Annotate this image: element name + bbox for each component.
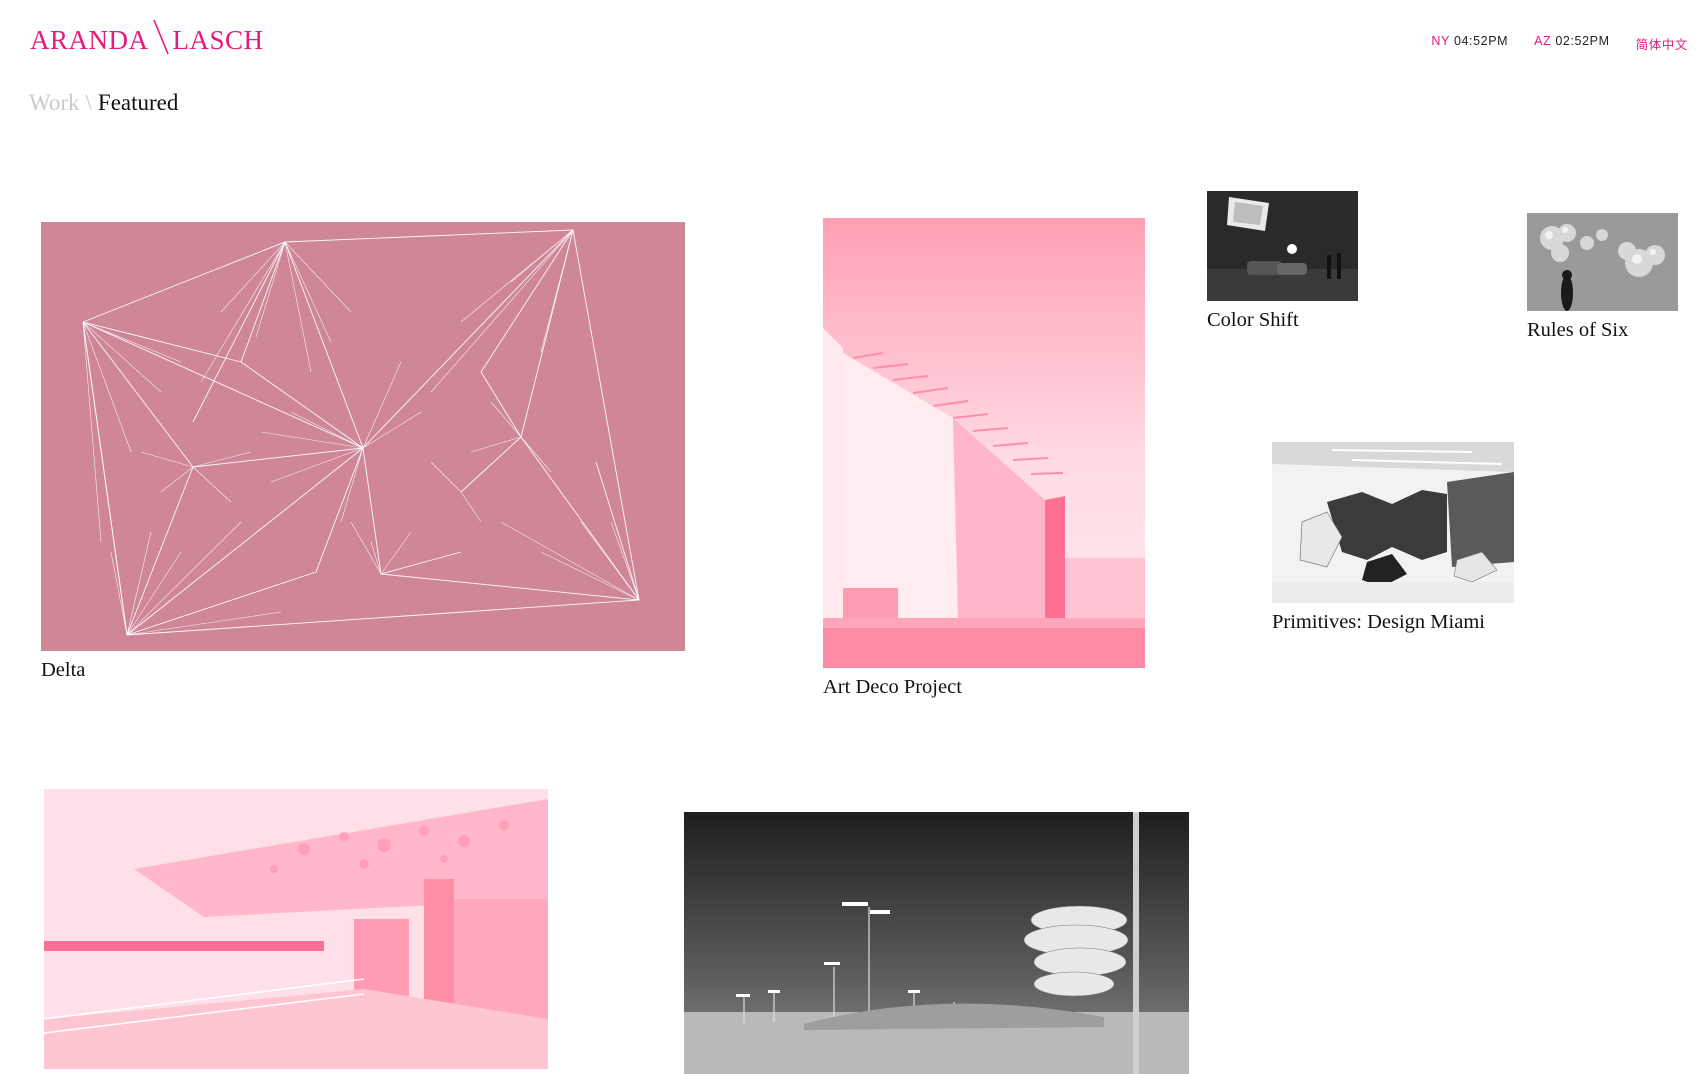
project-title: Delta: [41, 659, 86, 681]
brand-logo[interactable]: ARANDA LASCH: [30, 18, 264, 56]
project-image-delta: [41, 222, 685, 651]
brand-name-right: LASCH: [172, 25, 264, 55]
breadcrumb-work-link[interactable]: Work: [29, 90, 80, 115]
project-tile-delta[interactable]: Delta: [41, 222, 685, 682]
language-switch-link[interactable]: 简体中文: [1636, 34, 1688, 53]
clock-az: AZ 02:52PM: [1534, 34, 1609, 53]
project-tile-pink-pavilion[interactable]: [44, 789, 548, 1069]
clock-ny-time: 04:52PM: [1453, 34, 1509, 48]
project-image-primitives: [1272, 442, 1514, 603]
project-image-rules-of-six: [1527, 213, 1678, 311]
project-image-art-deco: [823, 218, 1145, 668]
breadcrumb: Work \ Featured: [29, 90, 178, 116]
clock-az-code: AZ: [1534, 34, 1552, 48]
top-nav: NY 04:52PM AZ 02:52PM 简体中文: [1431, 34, 1688, 53]
project-title: Rules of Six: [1527, 319, 1629, 341]
breadcrumb-separator: \: [85, 90, 92, 115]
project-image-night-render: [684, 812, 1189, 1074]
clock-ny-code: NY: [1431, 34, 1450, 48]
logo-slash-mark: [152, 19, 169, 55]
project-tile-night-render[interactable]: [684, 812, 1189, 1074]
brand-name-left: ARANDA: [30, 25, 149, 55]
project-tile-color-shift[interactable]: Color Shift: [1207, 191, 1358, 332]
clock-ny: NY 04:52PM: [1431, 34, 1508, 53]
breadcrumb-current: Featured: [97, 90, 179, 115]
clock-az-time: 02:52PM: [1555, 34, 1610, 48]
project-tile-art-deco[interactable]: Art Deco Project: [823, 218, 1145, 699]
project-image-color-shift: [1207, 191, 1358, 301]
project-title: Color Shift: [1207, 309, 1299, 331]
project-title: Primitives: Design Miami: [1272, 611, 1485, 633]
project-tile-primitives[interactable]: Primitives: Design Miami: [1272, 442, 1514, 634]
project-title: Art Deco Project: [823, 676, 962, 698]
project-image-pink-pavilion: [44, 789, 548, 1069]
project-tile-rules-of-six[interactable]: Rules of Six: [1527, 213, 1678, 342]
